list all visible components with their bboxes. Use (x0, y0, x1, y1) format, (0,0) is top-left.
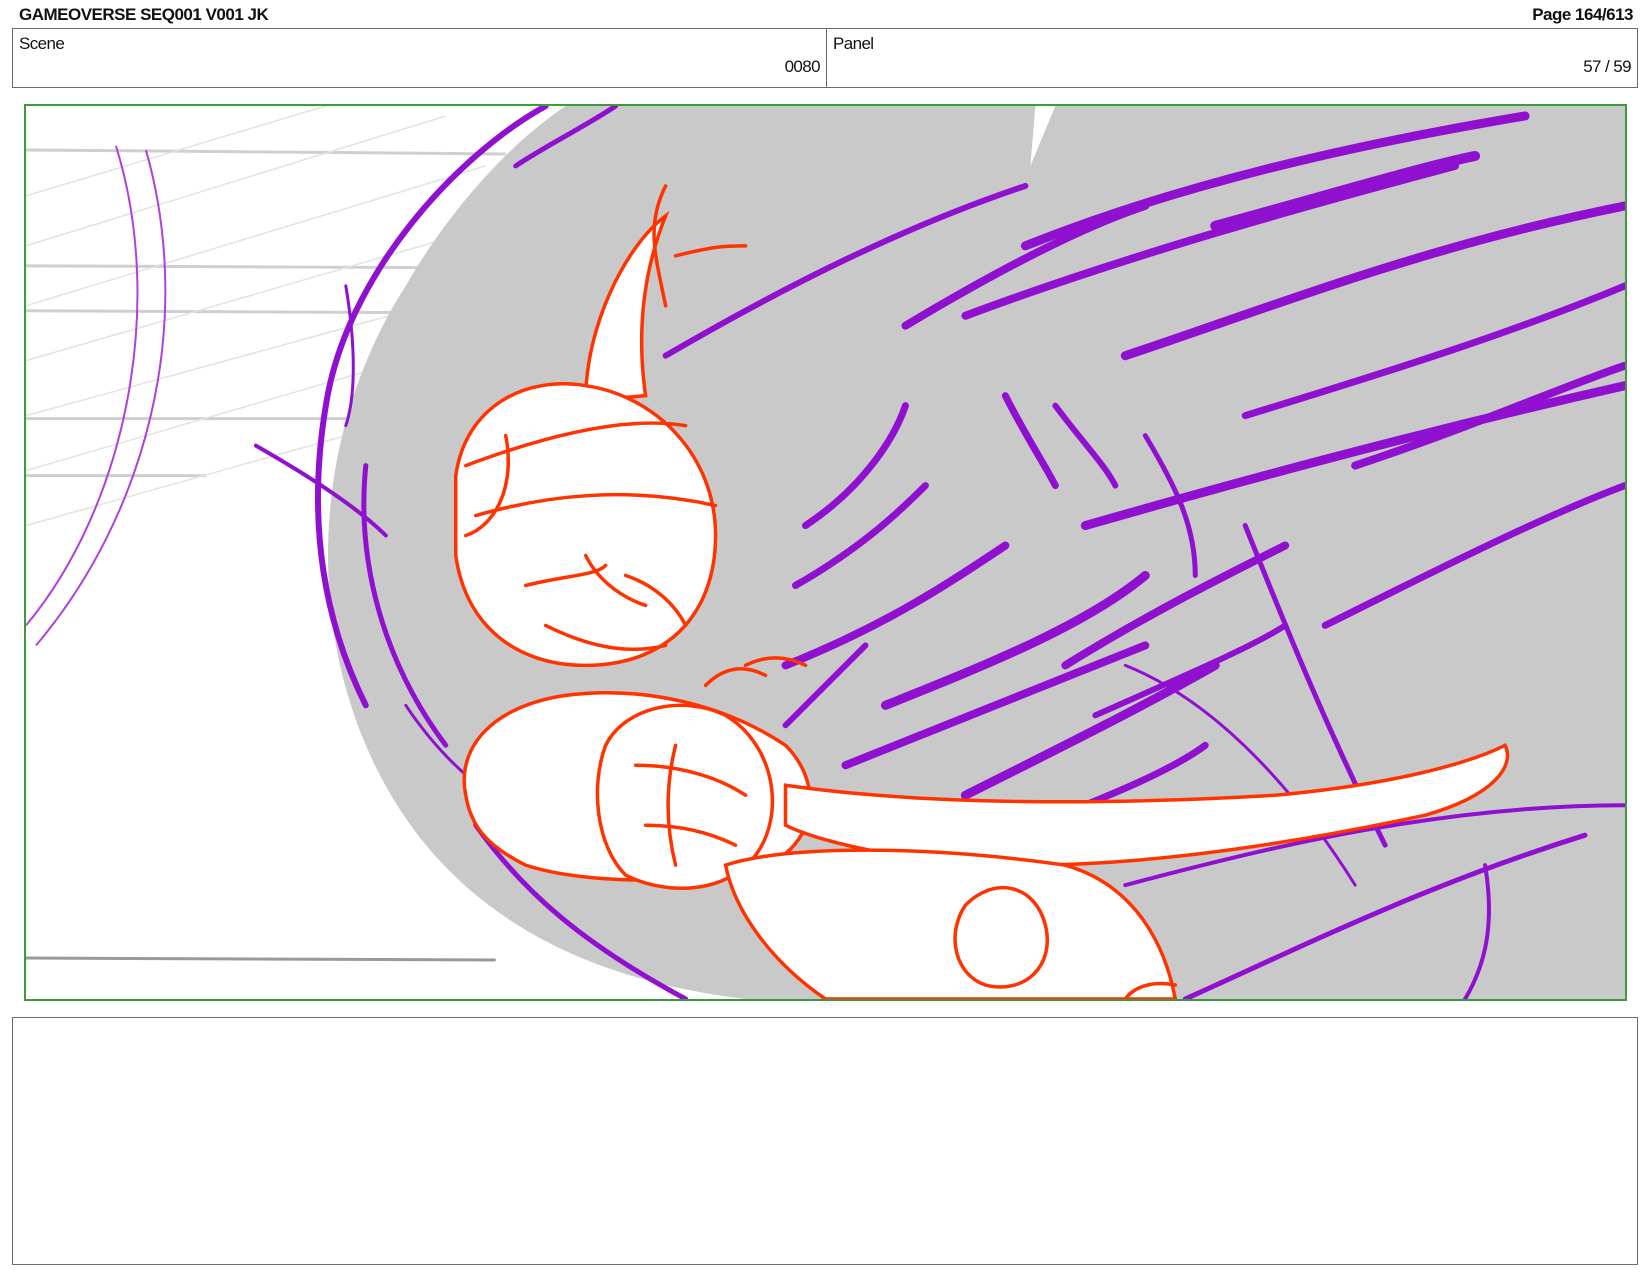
storyboard-header-title: GAMEOVERSE SEQ001 V001 JK (19, 5, 269, 24)
scene-label: Scene (19, 34, 65, 53)
scene-panel-info-row: Scene 0080 Panel 57 / 59 (12, 28, 1638, 88)
scene-cell: Scene 0080 (13, 29, 827, 87)
page-number: Page 164/613 (1532, 5, 1633, 24)
notes-box (12, 1017, 1638, 1265)
sketch-drawing (26, 106, 1625, 999)
panel-cell: Panel 57 / 59 (827, 29, 1637, 87)
panel-number: 57 / 59 (1583, 57, 1631, 76)
left-arcs (26, 145, 167, 647)
panel-label: Panel (833, 34, 874, 53)
storyboard-frame (24, 104, 1627, 1001)
scene-number: 0080 (784, 57, 821, 76)
